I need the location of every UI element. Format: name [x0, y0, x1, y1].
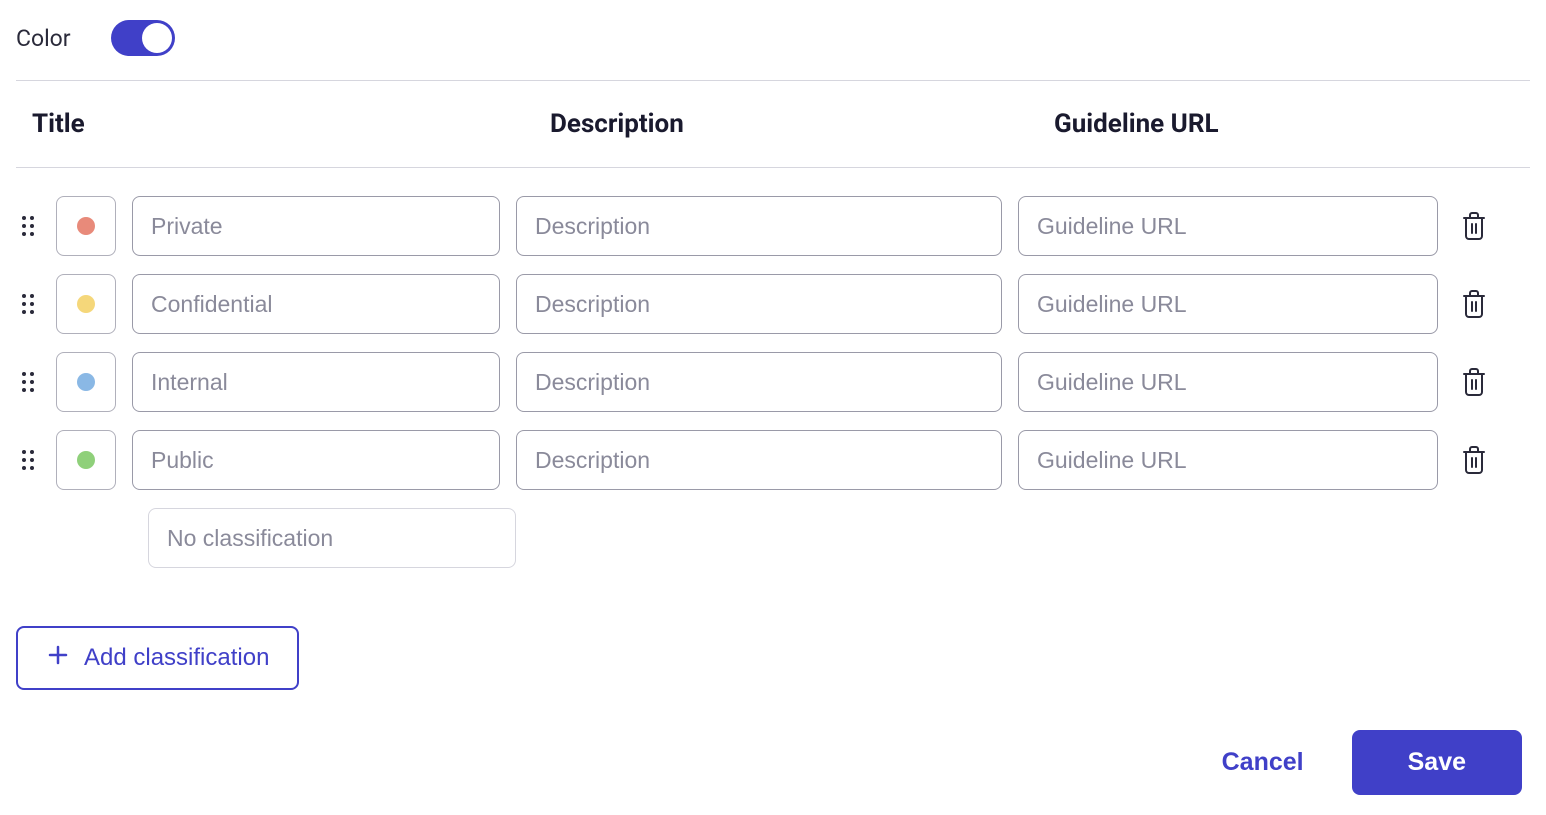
delete-row-button[interactable] [1454, 206, 1494, 246]
add-classification-button[interactable]: Add classification [16, 626, 299, 690]
delete-row-button[interactable] [1454, 284, 1494, 324]
guideline-url-input[interactable] [1018, 352, 1438, 412]
guideline-url-input[interactable] [1018, 274, 1438, 334]
description-input[interactable] [516, 196, 1002, 256]
color-toggle[interactable] [111, 20, 175, 56]
description-input[interactable] [516, 430, 1002, 490]
drag-handle-icon[interactable] [16, 293, 40, 315]
classification-row [16, 196, 1530, 256]
color-dot-icon [77, 451, 95, 469]
header-title: Title [32, 109, 550, 139]
color-dot-icon [77, 295, 95, 313]
classification-row [16, 352, 1530, 412]
drag-handle-icon[interactable] [16, 215, 40, 237]
color-swatch[interactable] [56, 196, 116, 256]
title-input[interactable] [132, 352, 500, 412]
no-classification-input[interactable] [148, 508, 516, 568]
color-dot-icon [77, 217, 95, 235]
color-toggle-label: Color [16, 25, 71, 52]
drag-handle-icon[interactable] [16, 449, 40, 471]
cancel-button[interactable]: Cancel [1222, 748, 1304, 777]
header-description: Description [550, 109, 1054, 139]
trash-icon [1460, 210, 1488, 242]
description-input[interactable] [516, 352, 1002, 412]
guideline-url-input[interactable] [1018, 196, 1438, 256]
color-swatch[interactable] [56, 352, 116, 412]
trash-icon [1460, 288, 1488, 320]
delete-row-button[interactable] [1454, 362, 1494, 402]
guideline-url-input[interactable] [1018, 430, 1438, 490]
trash-icon [1460, 444, 1488, 476]
add-classification-label: Add classification [84, 644, 269, 672]
toggle-knob [142, 23, 172, 53]
title-input[interactable] [132, 430, 500, 490]
title-input[interactable] [132, 196, 500, 256]
description-input[interactable] [516, 274, 1002, 334]
title-input[interactable] [132, 274, 500, 334]
header-guideline-url: Guideline URL [1054, 109, 1530, 139]
trash-icon [1460, 366, 1488, 398]
color-swatch[interactable] [56, 430, 116, 490]
classification-row [16, 274, 1530, 334]
delete-row-button[interactable] [1454, 440, 1494, 480]
color-dot-icon [77, 373, 95, 391]
classification-row [16, 430, 1530, 490]
color-swatch[interactable] [56, 274, 116, 334]
drag-handle-icon[interactable] [16, 371, 40, 393]
plus-icon [46, 643, 70, 674]
save-button[interactable]: Save [1352, 730, 1522, 795]
